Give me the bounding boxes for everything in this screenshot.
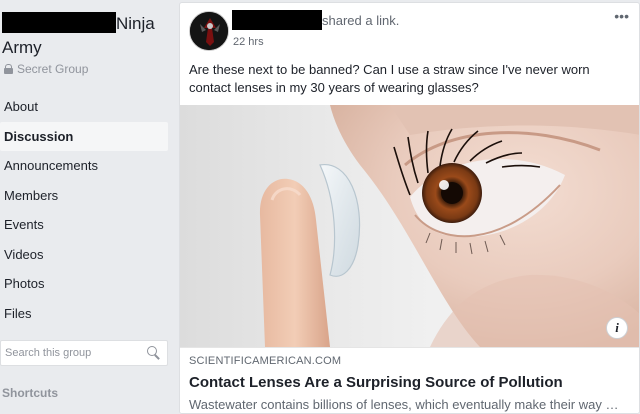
avatar-image: [190, 12, 228, 50]
post-body: Are these next to be banned? Can I use a…: [189, 62, 590, 95]
nav-item-events[interactable]: Events: [0, 210, 168, 240]
search-icon[interactable]: [147, 346, 161, 360]
shortcuts-heading: Shortcuts: [2, 386, 59, 400]
nav-item-members[interactable]: Members: [0, 181, 168, 211]
shared-link-text[interactable]: shared a link.: [322, 13, 399, 28]
redacted-author-name[interactable]: [232, 10, 322, 30]
post-action-text: shared a link.: [322, 13, 399, 28]
link-title[interactable]: Contact Lenses Are a Surprising Source o…: [189, 373, 632, 392]
group-sidebar: Ninja Army Secret Group About Discussion…: [0, 0, 170, 414]
nav-item-announcements[interactable]: Announcements: [0, 151, 168, 181]
nav-item-about[interactable]: About: [0, 92, 168, 122]
more-options-icon[interactable]: •••: [614, 9, 629, 23]
group-privacy: Secret Group: [4, 62, 88, 76]
info-icon[interactable]: i: [606, 317, 628, 339]
nav-item-discussion[interactable]: Discussion: [0, 121, 168, 151]
nav-item-videos[interactable]: Videos: [0, 240, 168, 270]
link-preview-image[interactable]: i: [180, 105, 639, 347]
privacy-label: Secret Group: [17, 62, 89, 76]
lock-icon: [4, 64, 13, 74]
link-description: Wastewater contains billions of lenses, …: [189, 397, 619, 412]
nav-item-photos[interactable]: Photos: [0, 269, 168, 299]
post-author-line: shared a link.: [232, 10, 399, 30]
link-domain: SCIENTIFICAMERICAN.COM: [189, 355, 342, 367]
group-search-input[interactable]: [5, 347, 147, 359]
group-name-suffix: Ninja: [116, 14, 155, 33]
nav-item-files[interactable]: Files: [0, 299, 168, 329]
group-search: [0, 340, 168, 366]
contact-lens-photo: [259, 105, 639, 347]
post-timestamp[interactable]: 22 hrs: [233, 36, 264, 48]
redacted-name-block: [2, 12, 116, 33]
group-name[interactable]: Ninja Army: [2, 12, 167, 60]
link-preview-details[interactable]: SCIENTIFICAMERICAN.COM Contact Lenses Ar…: [180, 347, 639, 413]
group-nav: About Discussion Announcements Members E…: [0, 92, 168, 328]
group-name-line2: Army: [2, 38, 42, 57]
author-avatar[interactable]: [189, 11, 229, 51]
post-card: shared a link. 22 hrs ••• Are these next…: [179, 2, 640, 414]
